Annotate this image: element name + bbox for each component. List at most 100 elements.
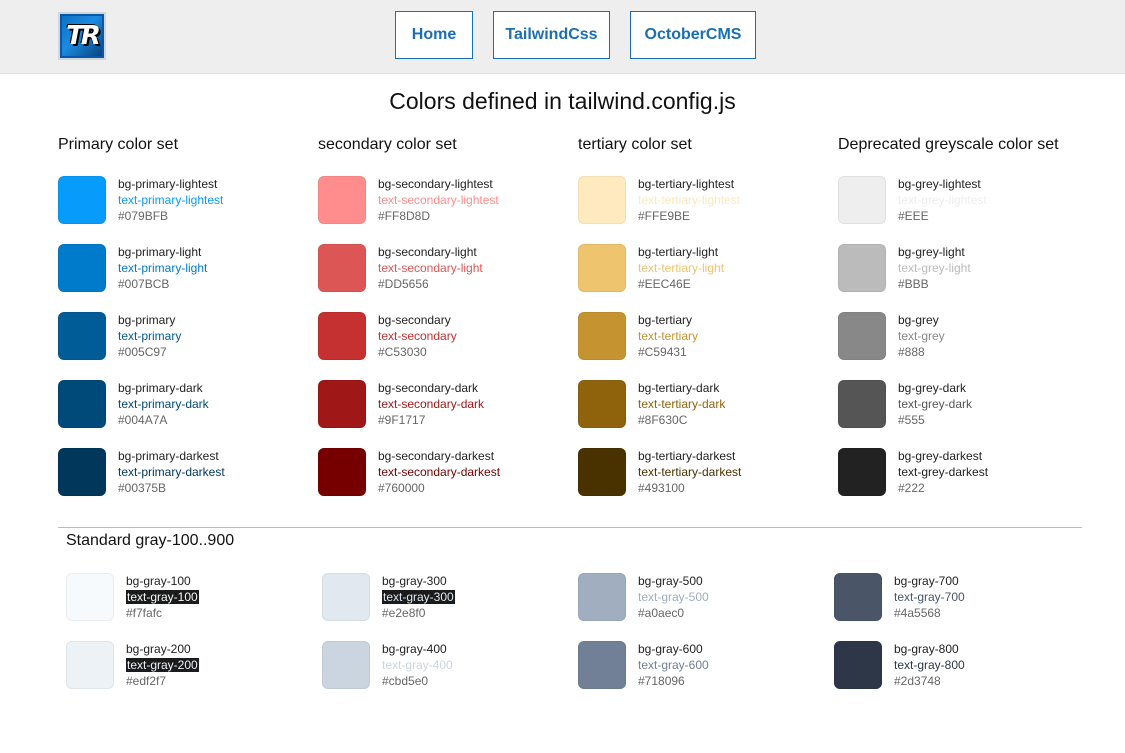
color-set-title: Primary color set: [58, 136, 179, 153]
hex-value-label: #760000: [378, 481, 425, 495]
hex-value-label: #9F1717: [378, 413, 426, 427]
bg-class-label: bg-primary-light: [118, 245, 202, 259]
color-swatch-item: bg-tertiary text-tertiary #C59431: [578, 312, 828, 362]
bg-class-label: bg-gray-300: [382, 574, 447, 588]
hex-value-label: #C53030: [378, 345, 427, 359]
hex-value-label: #222: [898, 481, 925, 495]
color-swatch-item: bg-gray-200 text-gray-200 #edf2f7: [66, 641, 316, 691]
color-swatch-item: bg-secondary-darkest text-secondary-darke…: [318, 448, 568, 498]
color-swatch-item: bg-gray-100 text-gray-100 #f7fafc: [66, 573, 316, 623]
bg-class-label: bg-gray-700: [894, 574, 959, 588]
color-swatch: [838, 448, 886, 496]
bg-class-label: bg-primary-darkest: [118, 449, 219, 463]
color-swatch: [66, 573, 114, 621]
color-swatch: [318, 312, 366, 360]
hex-value-label: #2d3748: [894, 674, 941, 688]
text-class-label: text-secondary-dark: [378, 397, 485, 411]
bg-class-label: bg-gray-400: [382, 642, 447, 656]
color-swatch: [578, 641, 626, 689]
color-swatch: [318, 176, 366, 224]
text-class-label: text-gray-500: [638, 590, 709, 604]
color-swatch-item: bg-secondary text-secondary #C53030: [318, 312, 568, 362]
color-swatch-item: bg-primary-dark text-primary-dark #004A7A: [58, 380, 308, 430]
text-class-label: text-secondary-light: [378, 261, 483, 275]
text-class-label: text-primary-darkest: [118, 465, 225, 479]
hex-value-label: #FF8D8D: [378, 209, 431, 223]
color-swatch: [838, 380, 886, 428]
text-class-label: text-tertiary: [638, 329, 699, 343]
color-swatch: [318, 244, 366, 292]
bg-class-label: bg-tertiary-light: [638, 245, 719, 259]
text-class-label: text-primary-light: [118, 261, 208, 275]
color-swatch-item: bg-gray-400 text-gray-400 #cbd5e0: [322, 641, 572, 691]
bg-class-label: bg-primary-lightest: [118, 177, 218, 191]
hex-value-label: #4a5568: [894, 606, 941, 620]
color-swatch-item: bg-tertiary-light text-tertiary-light #EEC…: [578, 244, 828, 294]
nav-home-button[interactable]: Home: [395, 11, 473, 59]
color-swatch-item: bg-tertiary-darkest text-tertiary-darkest…: [578, 448, 828, 498]
color-swatch: [578, 244, 626, 292]
text-class-label: text-tertiary-lightest: [638, 193, 741, 207]
hex-value-label: #edf2f7: [126, 674, 167, 688]
hex-value-label: #f7fafc: [126, 606, 163, 620]
top-navbar: TR Home TailwindCss OctoberCMS: [0, 0, 1125, 74]
color-swatch: [58, 448, 106, 496]
color-swatch: [66, 641, 114, 689]
nav-tailwindcss-button[interactable]: TailwindCss: [493, 11, 610, 59]
color-swatch-item: bg-tertiary-lightest text-tertiary-lighte…: [578, 176, 828, 226]
text-class-label: text-gray-600: [638, 658, 709, 672]
bg-class-label: bg-secondary-darkest: [378, 449, 495, 463]
hex-value-label: #718096: [638, 674, 685, 688]
bg-class-label: bg-grey: [898, 313, 939, 327]
color-swatch-item: bg-grey text-grey #888: [838, 312, 1088, 362]
hex-value-label: #a0aec0: [638, 606, 685, 620]
hex-value-label: #00375B: [118, 481, 167, 495]
color-swatch-item: bg-tertiary-dark text-tertiary-dark #8F630…: [578, 380, 828, 430]
bg-class-label: bg-gray-100: [126, 574, 191, 588]
color-swatch: [838, 312, 886, 360]
text-class-label: text-primary-dark: [118, 397, 209, 411]
bg-class-label: bg-grey-light: [898, 245, 965, 259]
color-swatch-item: bg-grey-dark text-grey-dark #555: [838, 380, 1088, 430]
color-set-title: tertiary color set: [578, 136, 692, 153]
logo-icon[interactable]: TR: [58, 12, 106, 60]
text-class-label: text-gray-200: [126, 658, 199, 672]
hex-value-label: #004A7A: [118, 413, 168, 427]
hex-value-label: #FFE9BE: [638, 209, 691, 223]
text-class-label: text-tertiary-darkest: [638, 465, 742, 479]
nav-octobercms-button[interactable]: OctoberCMS: [630, 11, 756, 59]
hex-value-label: #EEE: [898, 209, 929, 223]
color-swatch: [834, 641, 882, 689]
bg-class-label: bg-secondary: [378, 313, 451, 327]
color-swatch-item: bg-secondary-light text-secondary-light #D…: [318, 244, 568, 294]
color-swatch-item: bg-grey-darkest text-grey-darkest #222: [838, 448, 1088, 498]
color-swatch-item: bg-secondary-dark text-secondary-dark #9F1…: [318, 380, 568, 430]
hex-value-label: #e2e8f0: [382, 606, 426, 620]
color-swatch: [838, 244, 886, 292]
text-class-label: text-secondary-darkest: [378, 465, 501, 479]
bg-class-label: bg-primary: [118, 313, 176, 327]
bg-class-label: bg-tertiary-dark: [638, 381, 720, 395]
color-swatch-item: bg-gray-600 text-gray-600 #718096: [578, 641, 828, 691]
color-swatch: [58, 176, 106, 224]
bg-class-label: bg-tertiary-lightest: [638, 177, 735, 191]
text-class-label: text-grey: [898, 329, 945, 343]
hex-value-label: #005C97: [118, 345, 167, 359]
hex-value-label: #493100: [638, 481, 685, 495]
color-swatch: [834, 573, 882, 621]
page-title: Colors defined in tailwind.config.js: [389, 88, 736, 114]
color-swatch: [578, 380, 626, 428]
section-divider: [58, 527, 1082, 528]
bg-class-label: bg-secondary-dark: [378, 381, 479, 395]
bg-class-label: bg-tertiary-darkest: [638, 449, 736, 463]
color-swatch-item: bg-primary text-primary #005C97: [58, 312, 308, 362]
bg-class-label: bg-gray-600: [638, 642, 703, 656]
bg-class-label: bg-gray-200: [126, 642, 191, 656]
text-class-label: text-primary-lightest: [118, 193, 224, 207]
bg-class-label: bg-gray-500: [638, 574, 703, 588]
color-swatch-item: bg-grey-lightest text-grey-lightest #EEE: [838, 176, 1088, 226]
color-swatch: [578, 573, 626, 621]
color-set-title: secondary color set: [318, 136, 457, 153]
hex-value-label: #079BFB: [118, 209, 169, 223]
color-swatch-item: bg-gray-800 text-gray-800 #2d3748: [834, 641, 1084, 691]
